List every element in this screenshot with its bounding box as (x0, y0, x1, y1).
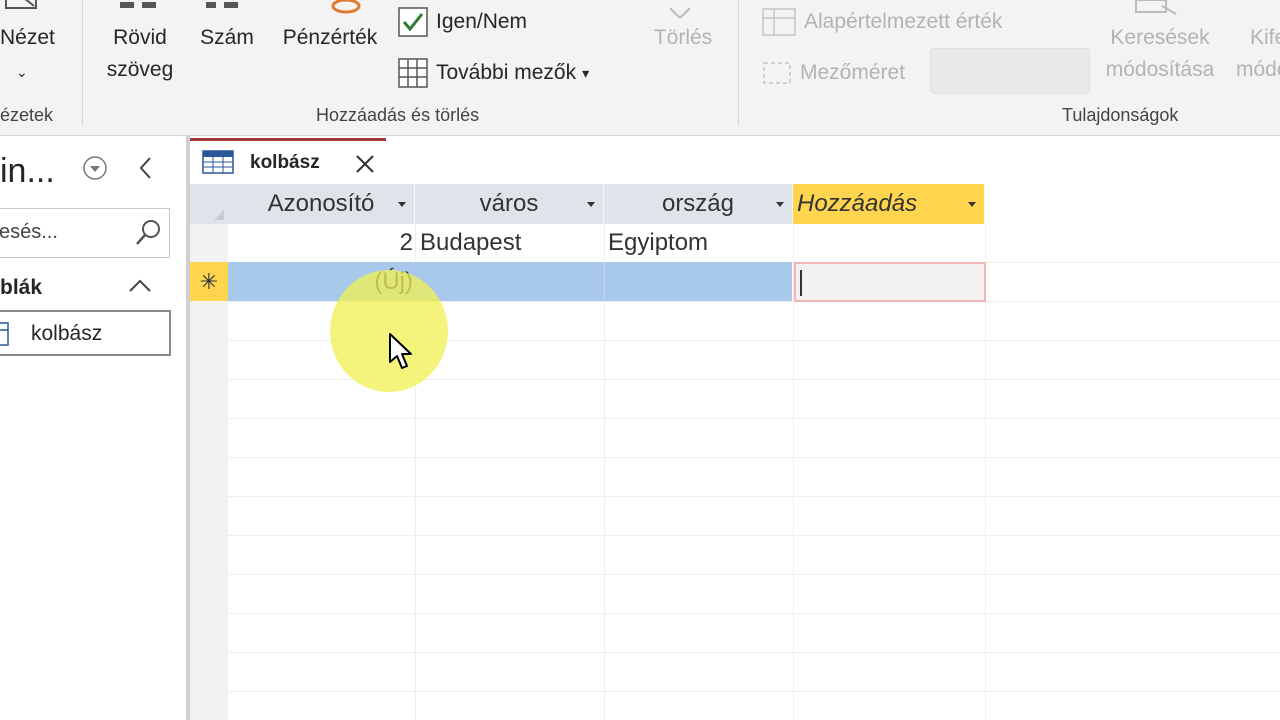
nav-menu-dropdown-icon[interactable] (81, 154, 109, 182)
close-icon[interactable] (354, 153, 376, 175)
yes-no-button[interactable]: Igen/Nem (398, 6, 527, 38)
nav-pane-title: in... (0, 152, 55, 190)
view-button-label: Nézet (0, 26, 55, 49)
number-label: Szám (200, 26, 254, 49)
column-header-azonosito[interactable]: Azonosító (228, 184, 415, 224)
new-record-edit-cell[interactable] (794, 262, 986, 302)
grid-line (228, 574, 1280, 575)
chevron-up-icon[interactable] (128, 278, 152, 294)
delete-x-icon (669, 8, 691, 19)
column-header-label: Hozzáadás (797, 190, 918, 217)
column-header-label: ország (661, 190, 735, 217)
nav-section-tables[interactable]: blák (0, 276, 42, 300)
dropdown-arrow-icon[interactable] (776, 202, 784, 207)
number-button[interactable]: Szám (194, 2, 260, 62)
table-icon (202, 150, 234, 174)
cell-varos[interactable]: Budapest (420, 229, 521, 257)
grid-line (228, 418, 1280, 419)
yes-no-label: Igen/Nem (436, 10, 528, 33)
grid-line (604, 262, 605, 301)
lookup-icon (1135, 0, 1177, 15)
grid-line (228, 535, 1280, 536)
default-value-label: Alapértelmezett érték (804, 10, 1003, 33)
collapse-pane-icon[interactable] (136, 154, 156, 182)
currency-button[interactable]: Pénzérték (274, 0, 386, 62)
checkbox-icon (398, 7, 428, 37)
nav-item-table-kolbasz[interactable]: kolbász (0, 310, 171, 356)
new-record-selector[interactable]: ✳ (190, 262, 228, 301)
table-icon (0, 322, 9, 346)
modify-expression-button[interactable]: Kife módo (1234, 22, 1280, 92)
modify-lookups-label-2: módosítása (1105, 58, 1215, 81)
nav-search-placeholder: esés... (0, 221, 58, 243)
short-text-label-2: szöveg (106, 58, 174, 81)
field-size-label-row: Mezőméret (762, 56, 905, 90)
short-text-icon (120, 2, 156, 8)
search-icon (136, 220, 160, 245)
datasheet: Azonosító város ország Hozzáadás 2 Budap… (190, 184, 1280, 720)
ribbon-separator (82, 0, 83, 126)
number-icon (206, 2, 238, 8)
mouse-pointer-icon (389, 333, 412, 369)
modify-lookups-button[interactable]: Keresések módosítása (1098, 0, 1222, 92)
add-delete-group-label: Hozzáadás és törlés (316, 105, 480, 125)
modify-expression-label-1: Kife (1250, 26, 1280, 49)
dropdown-arrow-icon[interactable] (968, 202, 976, 207)
views-group-label: ézetek (0, 105, 54, 125)
column-header-varos[interactable]: város (415, 184, 604, 224)
properties-group-label: Tulajdonságok (1062, 105, 1179, 125)
cell-azonosito[interactable]: 2 (228, 229, 413, 257)
nav-section-label: blák (0, 276, 43, 299)
grid-line (228, 613, 1280, 614)
short-text-button[interactable]: Rövid szöveg (96, 2, 184, 92)
view-icon (5, 0, 37, 9)
modify-lookups-label-1: Keresések (1110, 26, 1210, 49)
select-all-corner[interactable] (190, 184, 228, 224)
currency-icon (331, 0, 361, 14)
field-size-label: Mezőméret (800, 61, 906, 84)
tab-label: kolbász (250, 152, 320, 173)
grid-line (228, 496, 1280, 497)
grid-line (228, 457, 1280, 458)
delete-label: Törlés (653, 26, 713, 49)
more-fields-button[interactable]: További mezők ▾ (398, 56, 589, 90)
dropdown-arrow-icon[interactable] (587, 202, 595, 207)
table-grid-icon (398, 58, 428, 88)
column-header-label: Azonosító (267, 190, 375, 217)
dropdown-arrow-icon[interactable] (398, 202, 406, 207)
grid-line (228, 652, 1280, 653)
default-value-icon (762, 8, 796, 36)
column-header-add-field[interactable]: Hozzáadás (793, 184, 985, 224)
text-caret (800, 270, 802, 296)
column-header-orszag[interactable]: ország (604, 184, 793, 224)
field-size-input[interactable] (930, 48, 1090, 94)
nav-item-label: kolbász (31, 322, 103, 345)
ribbon: Nézet ⌄ ézetek Rövid szöveg Szám Pénzért… (0, 0, 1280, 136)
short-text-label-1: Rövid (113, 26, 167, 49)
ribbon-separator (738, 0, 739, 126)
modify-expression-label-2: módo (1236, 58, 1280, 81)
field-size-icon (763, 62, 791, 84)
grid-line (228, 691, 1280, 692)
tab-kolbasz[interactable]: kolbász (190, 138, 386, 184)
cursor-highlight (330, 270, 448, 392)
more-fields-label: További mezők (436, 61, 577, 84)
chevron-down-icon: ⌄ (16, 64, 28, 80)
default-value-button[interactable]: Alapértelmezett érték (762, 6, 1002, 38)
nav-search-input[interactable]: esés... (0, 208, 170, 258)
corner-triangle-icon (214, 210, 224, 220)
chevron-down-icon: ▾ (582, 64, 590, 81)
view-button[interactable]: Nézet ⌄ (0, 0, 62, 100)
currency-label: Pénzérték (282, 26, 378, 49)
cell-orszag[interactable]: Egyiptom (608, 229, 708, 257)
column-header-label: város (479, 190, 539, 217)
delete-button[interactable]: Törlés (648, 8, 718, 62)
